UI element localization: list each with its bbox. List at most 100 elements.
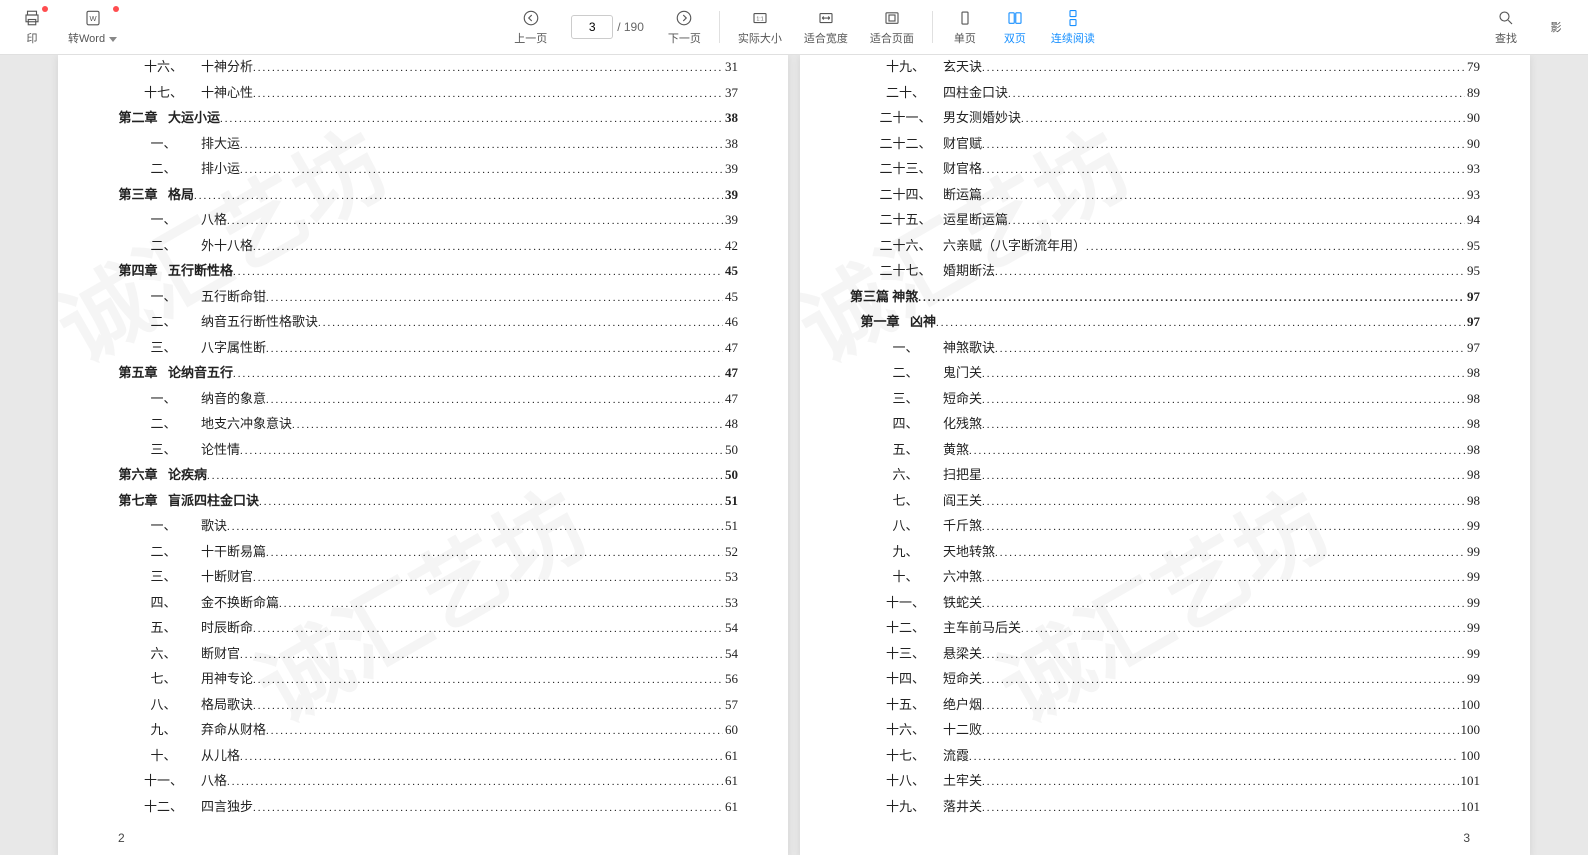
- print-button[interactable]: 印: [8, 4, 56, 50]
- toc-entry[interactable]: 一、纳音的象意 ................................…: [108, 387, 738, 413]
- toc-label: 二十五、: [868, 208, 943, 232]
- toc-entry[interactable]: 十九、玄天诀 .................................…: [850, 55, 1480, 81]
- single-page-button[interactable]: 单页: [941, 4, 989, 50]
- toc-entry[interactable]: 四、化残煞 ..................................…: [850, 412, 1480, 438]
- continuous-button[interactable]: 连续阅读: [1041, 4, 1105, 50]
- toc-dots: ........................................…: [266, 287, 723, 311]
- toc-entry[interactable]: 十二、四言独步 ................................…: [108, 795, 738, 821]
- toc-page: 100: [1461, 744, 1481, 768]
- toc-page: 99: [1467, 591, 1480, 615]
- toc-entry[interactable]: 十一、八格 ..................................…: [108, 769, 738, 795]
- fit-page-button[interactable]: 适合页面: [860, 4, 924, 50]
- toc-entry[interactable]: 二十、四柱金口诀 ...............................…: [850, 81, 1480, 107]
- shadow-button[interactable]: 影: [1532, 15, 1580, 39]
- toc-entry[interactable]: 十六、十二败 .................................…: [850, 718, 1480, 744]
- toc-entry[interactable]: 二、鬼门关 ..................................…: [850, 361, 1480, 387]
- page-indicator: / 190: [571, 15, 644, 39]
- toc-entry[interactable]: 一、八格 ...................................…: [108, 208, 738, 234]
- toc-entry[interactable]: 十七、十神心性 ................................…: [108, 81, 738, 107]
- toc-entry[interactable]: 第五章论纳音五行 ...............................…: [108, 361, 738, 387]
- toc-entry[interactable]: 十六、十神分析 ................................…: [108, 55, 738, 81]
- prev-page-button[interactable]: 上一页: [504, 4, 557, 50]
- toc-entry[interactable]: 二、地支六冲象意诀 ..............................…: [108, 412, 738, 438]
- toc-title: 落井关: [943, 795, 982, 819]
- toc-entry[interactable]: 第六章论疾病 .................................…: [108, 463, 738, 489]
- toc-entry[interactable]: 二十一、男女测婚妙诀 .............................…: [850, 106, 1480, 132]
- toc-entry[interactable]: 十、从儿格 ..................................…: [108, 744, 738, 770]
- toc-page: 99: [1467, 514, 1480, 538]
- toc-entry[interactable]: 六、扫把星 ..................................…: [850, 463, 1480, 489]
- toc-entry[interactable]: 三、八字属性断 ................................…: [108, 336, 738, 362]
- toc-entry[interactable]: 十四、短命关 .................................…: [850, 667, 1480, 693]
- toc-dots: ........................................…: [253, 236, 723, 260]
- toc-entry[interactable]: 二、纳音五行断性格歌诀 ............................…: [108, 310, 738, 336]
- toc-title: 四柱金口诀: [943, 81, 1008, 105]
- toc-entry[interactable]: 第四章五行断性格 ...............................…: [108, 259, 738, 285]
- toc-page: 94: [1467, 208, 1480, 232]
- toc-label: 第五章: [108, 361, 168, 385]
- toc-entry[interactable]: 四、金不换断命篇 ...............................…: [108, 591, 738, 617]
- toc-dots: ........................................…: [995, 261, 1465, 285]
- toc-entry[interactable]: 三、短命关 ..................................…: [850, 387, 1480, 413]
- double-page-label: 双页: [1004, 30, 1026, 46]
- toc-label: 二、: [126, 412, 201, 436]
- toc-entry[interactable]: 二、十干断易篇 ................................…: [108, 540, 738, 566]
- toc-entry[interactable]: 十一、铁蛇关 .................................…: [850, 591, 1480, 617]
- toc-entry[interactable]: 十九、落井关 .................................…: [850, 795, 1480, 821]
- toc-title: 用神专论: [201, 667, 253, 691]
- toc-entry[interactable]: 八、格局歌诀 .................................…: [108, 693, 738, 719]
- toc-entry[interactable]: 十七、流霞 ..................................…: [850, 744, 1480, 770]
- toc-dots: ........................................…: [982, 669, 1465, 693]
- toc-entry[interactable]: 二、外十八格 .................................…: [108, 234, 738, 260]
- toc-title: 时辰断命: [201, 616, 253, 640]
- toc-part[interactable]: 第三篇 神煞 .................................…: [850, 285, 1480, 311]
- word-icon: W: [83, 8, 103, 28]
- toc-entry[interactable]: 十三、悬梁关 .................................…: [850, 642, 1480, 668]
- toc-entry[interactable]: 一、五行断命钳 ................................…: [108, 285, 738, 311]
- find-button[interactable]: 查找: [1482, 4, 1530, 50]
- toc-entry[interactable]: 第三章格局 ..................................…: [108, 183, 738, 209]
- toc-dots: ........................................…: [982, 363, 1465, 387]
- toc-entry[interactable]: 十二、主车前马后关 ..............................…: [850, 616, 1480, 642]
- toc-entry[interactable]: 九、天地转煞 .................................…: [850, 540, 1480, 566]
- toc-entry[interactable]: 十八、土牢关 .................................…: [850, 769, 1480, 795]
- toc-entry[interactable]: 二十四、断运篇 ................................…: [850, 183, 1480, 209]
- toc-entry[interactable]: 第一章凶神 ..................................…: [850, 310, 1480, 336]
- toc-dots: ........................................…: [227, 210, 723, 234]
- toc-entry[interactable]: 七、用神专论 .................................…: [108, 667, 738, 693]
- toolbar: 印 W 转Word 上一页 / 190 下一页 1:1 实际大小 适合宽度 适合…: [0, 0, 1588, 55]
- toc-entry[interactable]: 十、六冲煞 ..................................…: [850, 565, 1480, 591]
- toc-dots: ........................................…: [918, 287, 1465, 311]
- toc-dots: ........................................…: [253, 797, 723, 821]
- toc-entry[interactable]: 五、黄煞 ...................................…: [850, 438, 1480, 464]
- toc-entry[interactable]: 二、排小运 ..................................…: [108, 157, 738, 183]
- toc-entry[interactable]: 七、阎王关 ..................................…: [850, 489, 1480, 515]
- fit-width-button[interactable]: 适合宽度: [794, 4, 858, 50]
- toc-entry[interactable]: 三、论性情 ..................................…: [108, 438, 738, 464]
- toc-label: 第三章: [108, 183, 168, 207]
- toc-entry[interactable]: 二十七、婚期断法 ...............................…: [850, 259, 1480, 285]
- toc-label: 二、: [126, 540, 201, 564]
- page-number-input[interactable]: [571, 15, 613, 39]
- toc-entry[interactable]: 二十五、运星断运篇 ..............................…: [850, 208, 1480, 234]
- next-page-button[interactable]: 下一页: [658, 4, 711, 50]
- double-page-button[interactable]: 双页: [991, 4, 1039, 50]
- toc-page: 99: [1467, 642, 1480, 666]
- toc-entry[interactable]: 二十二、财官赋 ................................…: [850, 132, 1480, 158]
- toc-entry[interactable]: 一、歌诀 ...................................…: [108, 514, 738, 540]
- toc-title: 化残煞: [943, 412, 982, 436]
- toc-entry[interactable]: 第二章大运小运 ................................…: [108, 106, 738, 132]
- toc-entry[interactable]: 八、千斤煞 ..................................…: [850, 514, 1480, 540]
- toc-entry[interactable]: 五、时辰断命 .................................…: [108, 616, 738, 642]
- toc-entry[interactable]: 一、排大运 ..................................…: [108, 132, 738, 158]
- toc-entry[interactable]: 三、十断财官 .................................…: [108, 565, 738, 591]
- toc-entry[interactable]: 一、神煞歌诀 .................................…: [850, 336, 1480, 362]
- toc-entry[interactable]: 十五、绝户烟 .................................…: [850, 693, 1480, 719]
- toc-entry[interactable]: 第七章盲派四柱金口诀 .............................…: [108, 489, 738, 515]
- toc-entry[interactable]: 二十六、六亲赋（八字断流年用） ........................…: [850, 234, 1480, 260]
- toc-dots: ........................................…: [259, 491, 723, 515]
- toc-entry[interactable]: 九、弃命从财格 ................................…: [108, 718, 738, 744]
- toc-entry[interactable]: 二十三、财官格 ................................…: [850, 157, 1480, 183]
- actual-size-button[interactable]: 1:1 实际大小: [728, 4, 792, 50]
- toc-entry[interactable]: 六、断财官 ..................................…: [108, 642, 738, 668]
